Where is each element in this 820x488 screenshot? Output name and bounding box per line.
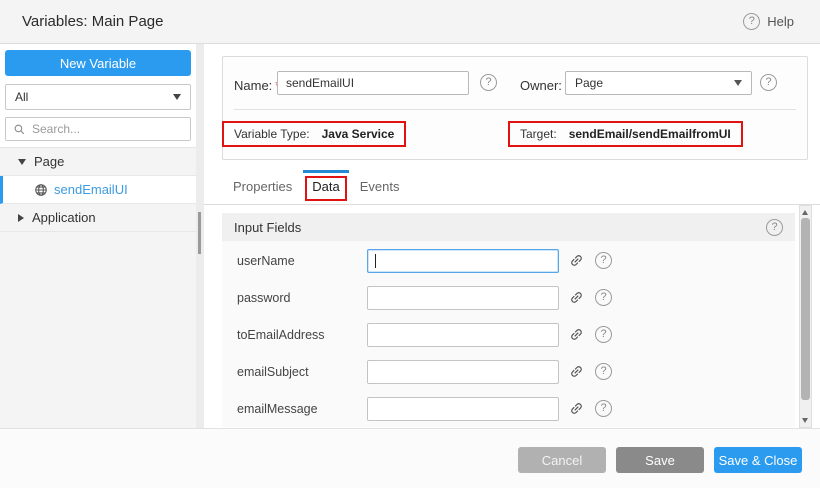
owner-label: Owner:* <box>520 78 570 93</box>
target-annotation: Target: sendEmail/sendEmailfromUI <box>508 121 743 147</box>
search-icon <box>13 123 26 136</box>
input-fields-body: userName password <box>222 241 795 427</box>
filter-value: All <box>15 90 28 104</box>
expand-collapse-icon[interactable] <box>18 214 24 222</box>
link-icon[interactable] <box>568 253 584 269</box>
field-help-icon[interactable] <box>595 326 612 343</box>
owner-select[interactable]: Page <box>565 71 752 95</box>
emailsubject-input[interactable] <box>367 360 559 384</box>
data-tab-content: Input Fields userName <box>204 205 820 428</box>
name-input[interactable] <box>277 71 469 95</box>
variable-type-value: Java Service <box>322 127 395 141</box>
text-cursor <box>375 254 376 268</box>
variable-editor: Name:* Owner:* Page Variable Type: Java … <box>204 44 820 428</box>
field-help-icon[interactable] <box>595 363 612 380</box>
link-icon[interactable] <box>568 364 584 380</box>
save-and-close-button[interactable]: Save & Close <box>714 447 802 473</box>
tree-item-page[interactable]: Page <box>0 148 196 176</box>
field-row-emailmessage: emailMessage <box>222 390 795 427</box>
content-scrollbar[interactable] <box>799 205 812 428</box>
sidebar-scrollbar-thumb[interactable] <box>198 212 201 254</box>
variables-sidebar: New Variable All Page <box>0 44 196 428</box>
input-fields-header: Input Fields <box>222 213 795 241</box>
field-input-wrap <box>367 397 559 421</box>
emailmessage-input[interactable] <box>367 397 559 421</box>
variable-summary-panel: Name:* Owner:* Page Variable Type: Java … <box>222 56 808 160</box>
tree-item-label: sendEmailUI <box>54 182 128 197</box>
field-help-icon[interactable] <box>595 252 612 269</box>
field-label: emailSubject <box>237 365 367 379</box>
panel-divider <box>234 109 796 110</box>
sidebar-controls: New Variable All <box>0 44 196 148</box>
scroll-down-icon[interactable] <box>802 418 808 423</box>
field-help-icon[interactable] <box>595 400 612 417</box>
chevron-down-icon <box>734 80 742 86</box>
field-input-wrap <box>367 286 559 310</box>
search-input[interactable] <box>32 122 183 136</box>
new-variable-button[interactable]: New Variable <box>5 50 191 76</box>
expand-collapse-icon[interactable] <box>18 159 26 165</box>
tree-item-label: Page <box>34 154 64 169</box>
active-tab-indicator <box>303 170 348 173</box>
dialog-footer: Cancel Save Save & Close <box>0 428 820 488</box>
variables-dialog: Variables: Main Page Help New Variable A… <box>0 0 820 488</box>
link-icon[interactable] <box>568 401 584 417</box>
variable-type-label: Variable Type: <box>234 127 310 141</box>
globe-icon <box>34 183 48 197</box>
variable-type-annotation: Variable Type: Java Service <box>222 121 406 147</box>
field-label: emailMessage <box>237 402 367 416</box>
field-input-wrap <box>367 360 559 384</box>
field-row-emailsubject: emailSubject <box>222 353 795 390</box>
search-box <box>5 117 191 141</box>
owner-help-icon[interactable] <box>760 74 777 91</box>
editor-tab-bar: Properties Data Events <box>204 170 820 205</box>
input-fields-section: Input Fields userName <box>222 213 795 427</box>
tab-data[interactable]: Data <box>303 170 348 204</box>
help-button[interactable]: Help <box>743 0 794 43</box>
chevron-down-icon <box>173 94 181 100</box>
scroll-up-icon[interactable] <box>802 210 808 215</box>
page-title: Variables: Main Page <box>22 0 163 43</box>
link-icon[interactable] <box>568 290 584 306</box>
field-input-wrap <box>367 323 559 347</box>
tab-events[interactable]: Events <box>349 170 411 204</box>
tree-item-label: Application <box>32 210 96 225</box>
password-input[interactable] <box>367 286 559 310</box>
tree-item-application[interactable]: Application <box>0 204 196 232</box>
dialog-header: Variables: Main Page Help <box>0 0 820 44</box>
target-value: sendEmail/sendEmailfromUI <box>569 127 731 141</box>
field-label: userName <box>237 254 367 268</box>
help-label: Help <box>767 14 794 29</box>
owner-value: Page <box>575 76 603 90</box>
tree-item-sendemailui[interactable]: sendEmailUI <box>0 176 196 204</box>
field-row-username: userName <box>222 242 795 279</box>
name-help-icon[interactable] <box>480 74 497 91</box>
section-title: Input Fields <box>234 220 301 235</box>
field-label: toEmailAddress <box>237 328 367 342</box>
toemailaddress-input[interactable] <box>367 323 559 347</box>
cancel-button[interactable]: Cancel <box>518 447 606 473</box>
name-label: Name:* <box>234 78 280 93</box>
link-icon[interactable] <box>568 327 584 343</box>
field-label: password <box>237 291 367 305</box>
tab-properties[interactable]: Properties <box>222 170 303 204</box>
sidebar-scrollbar[interactable] <box>196 44 204 428</box>
scrollbar-thumb[interactable] <box>801 218 810 400</box>
save-button[interactable]: Save <box>616 447 704 473</box>
username-input[interactable] <box>367 249 559 273</box>
help-icon <box>743 13 760 30</box>
filter-dropdown[interactable]: All <box>5 84 191 110</box>
field-row-toemailaddress: toEmailAddress <box>222 316 795 353</box>
field-help-icon[interactable] <box>595 289 612 306</box>
field-input-wrap <box>367 249 559 273</box>
section-help-icon[interactable] <box>766 219 783 236</box>
field-row-password: password <box>222 279 795 316</box>
target-label: Target: <box>520 127 557 141</box>
